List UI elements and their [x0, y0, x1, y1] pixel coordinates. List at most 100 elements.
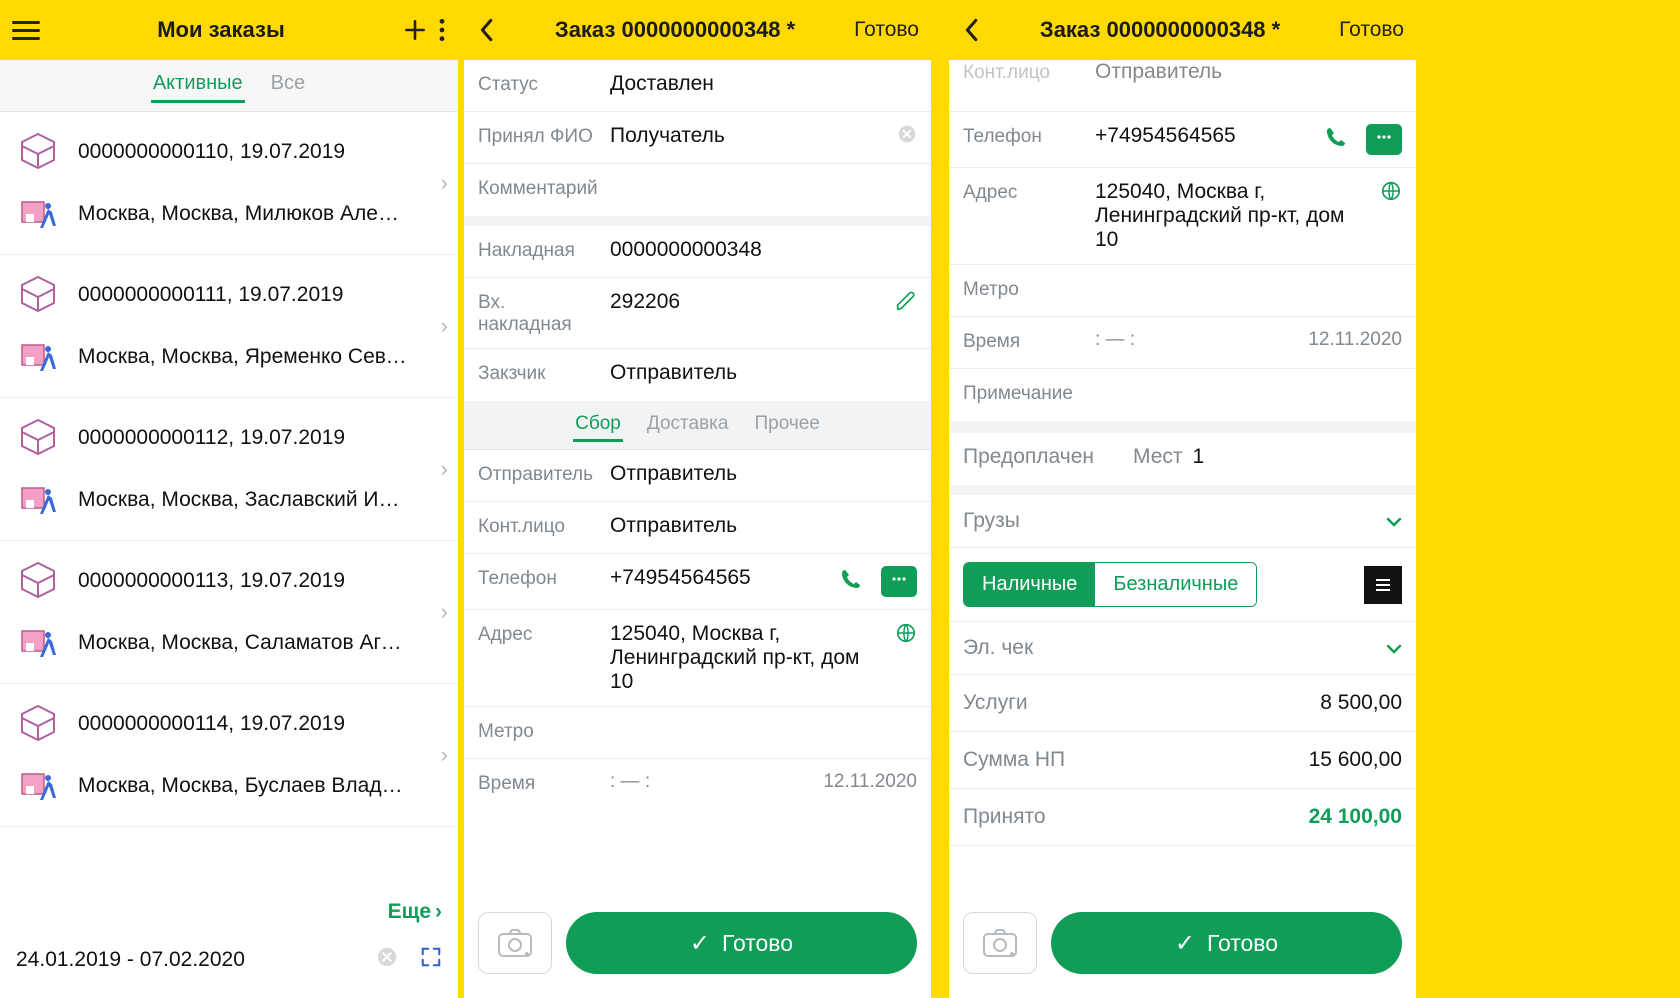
action-bar: ✓ Готово	[949, 896, 1416, 998]
in-invoice-value[interactable]: 292206	[610, 290, 885, 314]
overflow-icon[interactable]	[438, 17, 446, 43]
np-label: Сумма НП	[963, 748, 1065, 772]
phone-label: Телефон	[478, 566, 600, 590]
places-value[interactable]: 1	[1193, 445, 1205, 469]
order-item[interactable]: 0000000000111, 19.07.2019Москва, Москва,…	[0, 255, 458, 398]
phone-label: Телефон	[963, 124, 1085, 148]
clear-icon[interactable]	[897, 124, 917, 150]
row-metro: Метро	[464, 707, 931, 759]
payment-cash[interactable]: Наличные	[964, 563, 1095, 606]
screen-order-detail-bottom: Заказ 0000000000348 * Готово Конт.лицо О…	[949, 0, 1416, 998]
call-icon[interactable]	[1324, 125, 1348, 155]
chevron-right-icon: ›	[441, 456, 448, 482]
sender-value: Отправитель	[610, 462, 917, 486]
order-address: Москва, Москва, Саламатов Агафон	[78, 631, 408, 655]
box-icon	[16, 130, 60, 174]
contact-value: Отправитель	[610, 514, 917, 538]
row-address: Адрес 125040, Москва г, Ленинградский пр…	[464, 610, 931, 707]
time-range[interactable]: : — :	[1095, 329, 1135, 351]
address-value[interactable]: 125040, Москва г, Ленинградский пр-кт, д…	[1095, 180, 1370, 252]
time-label: Время	[963, 329, 1085, 353]
address-value[interactable]: 125040, Москва г, Ленинградский пр-кт, д…	[610, 622, 885, 694]
menu-icon[interactable]	[12, 21, 40, 40]
camera-button[interactable]	[963, 912, 1037, 974]
row-contact: Конт.лицо Отправитель	[464, 502, 931, 554]
subtab-other[interactable]: Прочее	[754, 413, 819, 441]
row-time: Время : — : 12.11.2020	[464, 759, 931, 811]
time-date[interactable]: 12.11.2020	[1308, 329, 1402, 351]
back-icon[interactable]	[961, 18, 981, 42]
row-contact: Конт.лицо Отправитель	[949, 60, 1416, 112]
cargo-label: Грузы	[963, 509, 1020, 533]
order-number: 0000000000110, 19.07.2019	[78, 140, 345, 164]
order-number: 0000000000113, 19.07.2019	[78, 569, 345, 593]
places-label: Мест	[1133, 445, 1183, 469]
action-bar: ✓ Готово	[464, 896, 931, 998]
ready-button[interactable]: Готово	[854, 18, 919, 42]
page-title: Мои заказы	[50, 17, 392, 43]
more-label: Еще	[388, 900, 431, 924]
prepaid-label[interactable]: Предоплачен	[963, 445, 1123, 469]
chevron-right-icon: ›	[435, 900, 442, 924]
subtab-collect[interactable]: Сбор	[575, 413, 621, 441]
date-range[interactable]: 24.01.2019 - 07.02.2020	[16, 948, 245, 972]
row-metro: Метро	[949, 265, 1416, 317]
invoice-value: 0000000000348	[610, 238, 917, 262]
phone-value[interactable]: +74954564565	[610, 566, 829, 590]
row-time: Время : — : 12.11.2020	[949, 317, 1416, 369]
courier-icon	[16, 764, 60, 808]
ready-button[interactable]: Готово	[1339, 18, 1404, 42]
edit-icon[interactable]	[895, 290, 917, 318]
order-item[interactable]: 0000000000110, 19.07.2019 Москва, Москва,…	[0, 112, 458, 255]
done-button[interactable]: ✓ Готово	[1051, 912, 1402, 974]
order-item[interactable]: 0000000000112, 19.07.2019Москва, Москва,…	[0, 398, 458, 541]
services-value: 8 500,00	[1320, 691, 1402, 715]
done-label: Готово	[1207, 930, 1278, 957]
order-address: Москва, Москва, Заславский Измаил	[78, 488, 408, 512]
globe-icon[interactable]	[895, 622, 917, 650]
order-address: Москва, Москва, Буслаев Владислав	[78, 774, 408, 798]
order-item[interactable]: 0000000000113, 19.07.2019 Москва, Москва,…	[0, 541, 458, 684]
time-range[interactable]: : — :	[610, 771, 650, 793]
tab-all[interactable]: Все	[271, 72, 305, 101]
status-value[interactable]: Доставлен	[610, 72, 917, 96]
row-cargo[interactable]: Грузы	[949, 495, 1416, 548]
back-icon[interactable]	[476, 18, 496, 42]
comment-label: Комментарий	[478, 176, 600, 200]
call-icon[interactable]	[839, 567, 863, 597]
order-address: Москва, Москва, Милюков Алексей	[78, 202, 408, 226]
payment-noncash[interactable]: Безналичные	[1095, 563, 1256, 606]
received-label: Принял ФИО	[478, 124, 600, 148]
contact-value: Отправитель	[1095, 60, 1402, 84]
tabs-bar: Активные Все	[0, 60, 458, 112]
sms-icon[interactable]	[881, 566, 917, 597]
chevron-right-icon: ›	[441, 313, 448, 339]
camera-button[interactable]	[478, 912, 552, 974]
add-icon[interactable]	[402, 17, 428, 43]
fullscreen-icon[interactable]	[420, 946, 442, 974]
phone-value[interactable]: +74954564565	[1095, 124, 1314, 148]
received-value[interactable]: Получатель	[610, 124, 887, 148]
check-icon: ✓	[1175, 929, 1195, 958]
globe-icon[interactable]	[1380, 180, 1402, 208]
subtabs: Сбор Доставка Прочее	[464, 401, 931, 450]
order-item[interactable]: 0000000000114, 19.07.2019Москва, Москва,…	[0, 684, 458, 827]
receipt-icon[interactable]	[1364, 566, 1402, 604]
address-label: Адрес	[478, 622, 600, 646]
status-label: Статус	[478, 72, 600, 96]
row-phone: Телефон +74954564565	[949, 112, 1416, 168]
tab-active[interactable]: Активные	[153, 72, 243, 101]
row-echeck[interactable]: Эл. чек	[949, 622, 1416, 675]
time-date[interactable]: 12.11.2020	[823, 771, 917, 793]
row-accepted: Принято 24 100,00	[949, 789, 1416, 846]
more-link[interactable]: Еще ›	[0, 890, 458, 934]
row-np: Сумма НП 15 600,00	[949, 732, 1416, 789]
sms-icon[interactable]	[1366, 124, 1402, 155]
payment-toggle: Наличные Безналичные	[963, 562, 1257, 607]
row-customer: Закзчик Отправитель	[464, 349, 931, 401]
done-button[interactable]: ✓ Готово	[566, 912, 917, 974]
check-icon: ✓	[690, 929, 710, 958]
subtab-delivery[interactable]: Доставка	[647, 413, 729, 441]
clear-icon[interactable]	[376, 946, 398, 974]
chevron-right-icon: ›	[441, 599, 448, 625]
